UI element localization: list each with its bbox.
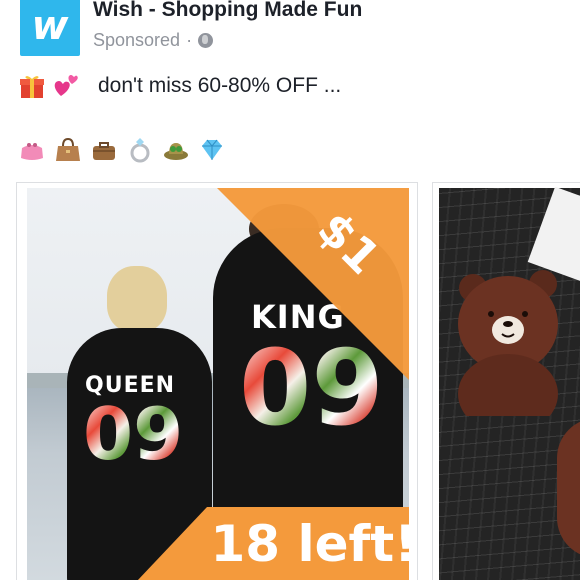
emoji-row [18,136,226,164]
page-name[interactable]: Wish - Shopping Made Fun [93,0,362,22]
page-avatar[interactable]: w [20,0,80,56]
ribbon-shape [217,188,409,388]
two-hearts-emoji-icon [54,75,78,96]
product-photo-bear [439,186,580,580]
blonde-hair [107,266,167,332]
post-meta: Sponsored · [93,30,214,51]
second-bear-edge [557,418,580,558]
price-ribbon: $1 [217,188,409,388]
purse-emoji-icon [21,143,43,160]
ring-emoji-icon [130,138,150,163]
carousel-card-bear-case[interactable] [432,182,580,580]
briefcase-emoji-icon [93,142,115,160]
hat-emoji-icon [164,143,188,160]
globe-icon [198,33,214,48]
product-photo-hoodies: QUEEN 09 KING 09 $1 18 left! [27,188,409,580]
wish-logo-icon: w [31,3,69,49]
stock-left-label: 18 left! [210,515,410,573]
post-message: don't miss 60-80% OFF ... [98,74,342,97]
handbag-emoji-icon [56,137,80,161]
bear-phone-case-icon [458,270,558,416]
meta-separator: · [186,30,193,50]
gem-emoji-icon [202,139,222,160]
gift-emoji-icon [20,76,44,98]
sponsored-label[interactable]: Sponsored [93,30,180,51]
post-text-line: don't miss 60-80% OFF ... [18,70,341,102]
queen-print-number: 09 [83,392,184,476]
carousel-card-hoodies[interactable]: QUEEN 09 KING 09 $1 18 left! [16,182,418,580]
